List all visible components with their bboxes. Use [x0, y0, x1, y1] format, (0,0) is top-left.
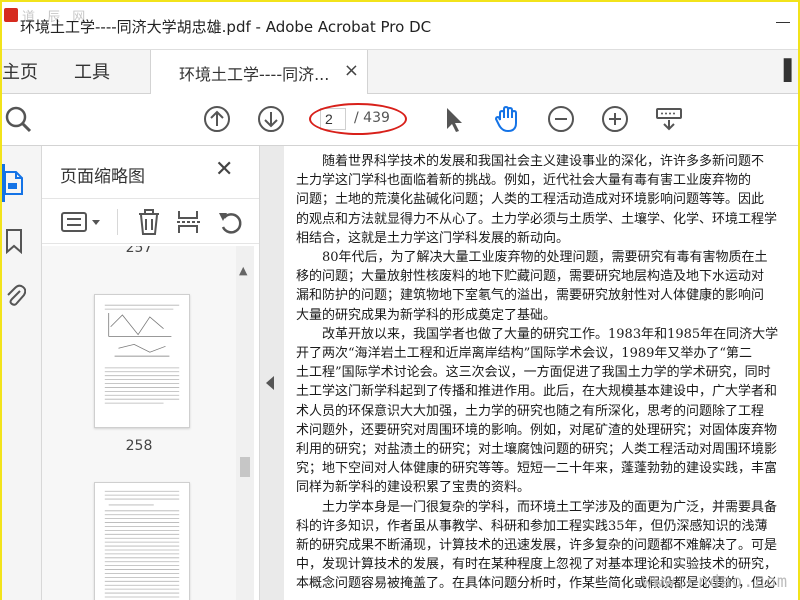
thumbnail-label: 258 [125, 438, 153, 454]
doc-line: 利用的研究；对盐渍土的研究；对土壤腐蚀问题的研究；人类工程活动对周围环境影 [296, 442, 778, 458]
options-menu-icon[interactable] [60, 209, 104, 235]
hand-tool-icon[interactable] [492, 104, 522, 134]
doc-line: 的观点和方法就显得力不从心了。土力学必须与土质学、土壤学、化学、环境工程学 [296, 211, 778, 227]
thumbnail-page-259[interactable] [94, 482, 190, 600]
doc-line: 同样为新学科的建设积累了宝贵的资料。 [296, 480, 531, 496]
panel-title: 页面缩略图 [60, 167, 145, 187]
tab-home[interactable]: 主页 [2, 58, 38, 84]
page-up-icon[interactable] [202, 104, 232, 134]
panel-close-icon[interactable]: ✕ [215, 157, 233, 182]
select-cursor-icon[interactable] [438, 104, 468, 134]
doc-line: 土力学这门学科也面临着新的挑战。例如，近代社会大量有毒有害工业废弃物的 [296, 173, 752, 189]
delete-icon[interactable] [135, 209, 163, 235]
document-view[interactable]: 随着世界科学技术的发展和我国社会主义建设事业的深化，许许多多新问题不 土力学这门… [284, 146, 798, 600]
insert-page-icon[interactable] [175, 209, 203, 235]
doc-line: 术问题外，还要研究对周围环境的影响。例如，对尾矿渣的处理研究；对固体废弃物 [296, 422, 778, 438]
zoom-in-icon[interactable] [600, 104, 630, 134]
thumbnail-page-258[interactable] [94, 294, 190, 428]
doc-line: 改革开放以来，我国学者也做了大量的研究工作。1983年和1985年在同济大学 [296, 326, 779, 342]
doc-line: 随着世界科学技术的发展和我国社会主义建设事业的深化，许许多多新问题不 [296, 154, 765, 169]
toolbar: / 439 [2, 94, 798, 146]
doc-line: 究；地下空间对人体健康的研究等等。短短一二十年来，蓬蓬勃勃的建设实践，丰富 [296, 461, 778, 477]
bookmarks-icon[interactable] [4, 228, 26, 255]
tab-document-label: 环境土工学----同济... [179, 65, 330, 84]
doc-line: 相结合，这就是土力学这门学科发展的新动向。 [296, 230, 570, 246]
doc-line: 术人员的环保意识大大加强，土力学的研究也随之有所深化，思考的问题除了工程 [296, 403, 765, 419]
doc-line: 漏和防护的问题；建筑物地下室氡气的溢出，需要研究放射性对人体健康的影响问 [296, 288, 765, 304]
thumbnail-list[interactable]: 257 258 [42, 246, 236, 600]
tab-close-icon[interactable]: × [344, 60, 359, 81]
tab-document[interactable]: 环境土工学----同济... × [150, 50, 368, 94]
doc-line: 移的问题；大量放射性核废料的地下贮藏问题，需要研究地层构造及地下水运动对 [296, 269, 765, 285]
panel-collapse-strip[interactable] [260, 146, 284, 600]
keyboard-tool-icon[interactable] [654, 104, 684, 134]
doc-line: 问题；土地的荒漠化盐碱化问题；人类的工程活动造成对环境影响问题等等。因此 [296, 192, 765, 208]
page-thumbnails-icon[interactable] [2, 170, 24, 196]
page-number-highlight-annotation [309, 103, 407, 135]
window-title: 环境土工学----同济大学胡忠雄.pdf - Adobe Acrobat Pro… [20, 18, 432, 36]
left-navigation-rail [2, 146, 42, 600]
scroll-up-icon[interactable]: ▲ [239, 264, 247, 277]
rotate-icon[interactable] [217, 209, 245, 235]
minimize-icon[interactable] [776, 14, 790, 28]
doc-line: 土工学这门新学科起到了传播和推进作用。此后，在大规模基本建设中，广大学者和 [296, 384, 778, 400]
attachments-icon[interactable] [4, 282, 27, 308]
thumbnail-label: 257 [125, 246, 153, 256]
thumbnail-scrollbar[interactable]: ▲ [236, 246, 254, 600]
document-page: 随着世界科学技术的发展和我国社会主义建设事业的深化，许许多多新问题不 土力学这门… [284, 146, 798, 600]
doc-line: 新的研究成果不断涌现，计算技术的迅速发展，许多复杂的问题都不难解决了。可是 [296, 538, 778, 554]
doc-line: 开了两次“海洋岩土工程和近岸离岸结构”国际学术会议，1989年又举办了“第二 [296, 346, 753, 362]
doc-line: 科的许多知识，作者虽从事教学、科研和参加工程实践35年，但仍深感知识的浅薄 [296, 518, 768, 534]
search-icon[interactable] [2, 104, 32, 134]
title-bar: 道 辰 网 环境土工学----同济大学胡忠雄.pdf - Adobe Acrob… [2, 2, 798, 50]
doc-line: 80年代后，为了解决大量工业废弃物的处理问题，需要研究有毒有害物质在土 [296, 250, 768, 266]
page-thumbnails-panel: 页面缩略图 ✕ 257 258 ▲ [42, 146, 260, 600]
doc-line: 大量的研究成果为新学科的形成奠定了基础。 [296, 307, 557, 323]
doc-line: 土力学本身是一门很复杂的学科，而环境土工学涉及的面更为广泛，并需要具备 [296, 499, 778, 515]
tab-bar: 主页 工具 环境土工学----同济... × ▌ [2, 50, 799, 94]
scrollbar-thumb[interactable] [240, 457, 250, 477]
site-watermark-bottom: www.cndao.com [642, 572, 789, 592]
document-text: 随着世界科学技术的发展和我国社会主义建设事业的深化，许许多多新问题不 土力学这门… [296, 152, 798, 594]
tab-overflow-icon[interactable]: ▌ [784, 58, 799, 82]
panel-toolbar-separator [117, 209, 118, 235]
zoom-out-icon[interactable] [546, 104, 576, 134]
doc-line: 土工程”国际学术讨论会。这三次会议，一方面促进了我国土力学的学术研究，同时 [296, 365, 771, 381]
tab-tools[interactable]: 工具 [74, 58, 110, 84]
panel-toolbar [42, 198, 259, 244]
page-down-icon[interactable] [256, 104, 286, 134]
collapse-panel-arrow-icon[interactable] [266, 376, 274, 390]
acrobat-logo-icon [4, 8, 18, 22]
